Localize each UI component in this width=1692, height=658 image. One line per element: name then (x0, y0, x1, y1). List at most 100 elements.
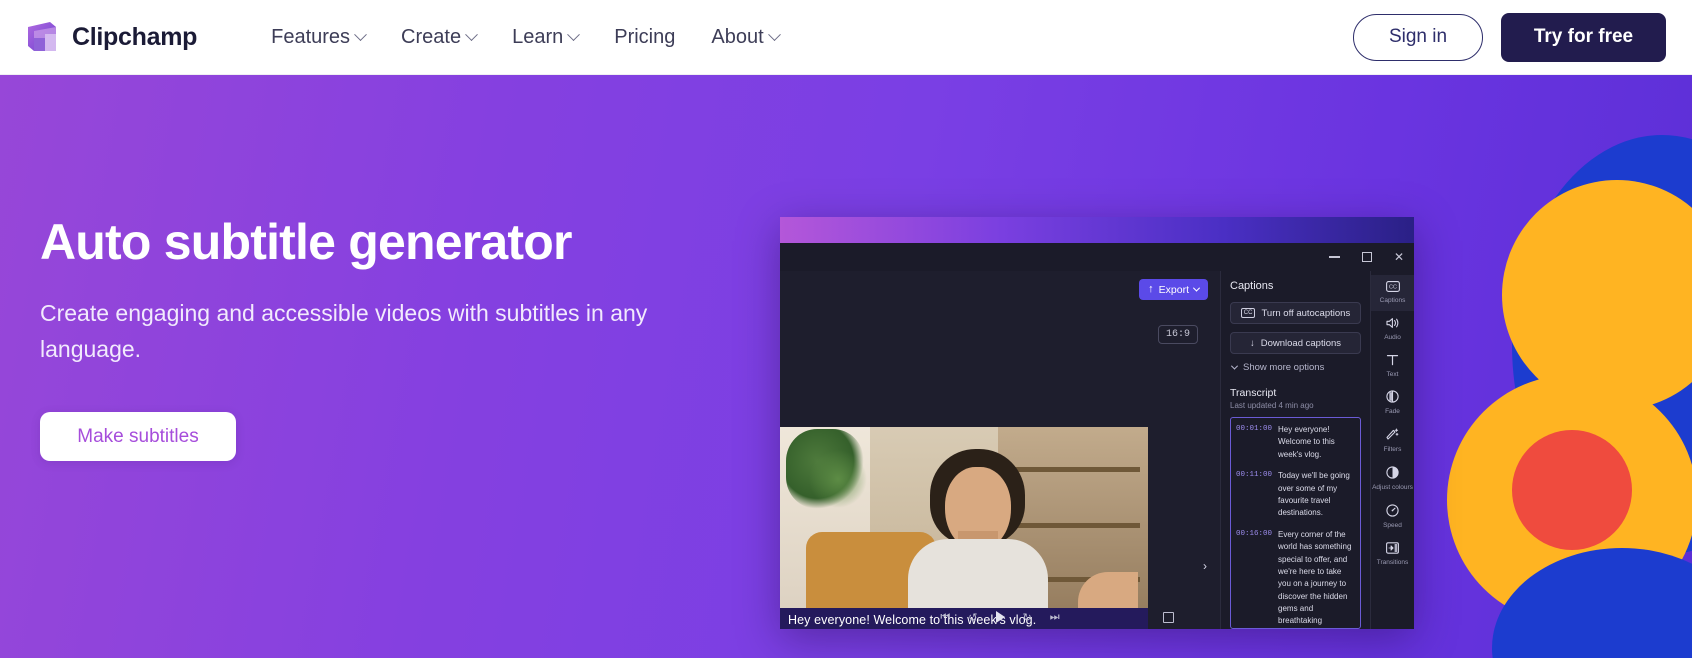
upload-icon: ↑ (1148, 283, 1154, 295)
rail-item-transitions[interactable]: Transitions (1371, 536, 1414, 573)
rail-label: Captions (1379, 297, 1406, 304)
download-captions-button[interactable]: ↓ Download captions (1230, 332, 1361, 354)
rail-label: Audio (1384, 333, 1401, 341)
sign-in-button[interactable]: Sign in (1353, 13, 1483, 61)
tool-rail: CC Captions Audio Text Fade Filters Adju… (1370, 271, 1414, 629)
page-title: Auto subtitle generator (40, 214, 572, 270)
turn-off-autocaptions-button[interactable]: CC Turn off autocaptions (1230, 302, 1361, 324)
chevron-down-icon (767, 27, 781, 41)
hero-section: Auto subtitle generator Create engaging … (0, 75, 1692, 658)
page-root: Clipchamp Features Create Learn Pricing … (0, 0, 1692, 658)
nav-label: Features (271, 25, 351, 48)
preview-plant-leaves (808, 449, 868, 509)
export-label: Export (1158, 283, 1189, 296)
make-subtitles-button[interactable]: Make subtitles (40, 412, 236, 462)
nav-label: Create (401, 25, 462, 48)
skip-back-icon[interactable]: ⏮ (940, 611, 950, 624)
nav-label: Pricing (614, 25, 676, 48)
cc-off-icon: CC (1240, 308, 1256, 318)
brand-name: Clipchamp (72, 22, 198, 51)
fade-icon (1386, 390, 1399, 406)
video-preview[interactable]: Hey everyone! Welcome to this week’s vlo… (780, 427, 1148, 629)
nav-item-about[interactable]: About (693, 26, 796, 49)
rail-item-text[interactable]: Text (1371, 348, 1414, 385)
nav-item-pricing[interactable]: Pricing (596, 26, 693, 49)
show-more-label: Show more options (1243, 362, 1325, 373)
nav-label: About (711, 25, 764, 48)
playback-controls: ⏮ ↺ ↻ ⏭ (780, 605, 1220, 629)
preview-shelf (1012, 523, 1140, 528)
site-header: Clipchamp Features Create Learn Pricing … (0, 0, 1692, 75)
nav-item-features[interactable]: Features (253, 26, 383, 49)
transcript-text: Hey everyone! Welcome to this week's vlo… (1278, 425, 1335, 459)
transition-icon (1386, 541, 1399, 557)
contrast-icon (1386, 466, 1399, 482)
svg-text:CC: CC (1389, 285, 1397, 291)
clipchamp-logo-icon (24, 20, 60, 54)
preview-shelf (1012, 467, 1140, 472)
decorative-blob-red (1512, 430, 1632, 550)
transcript-timestamp: 00:01:00 (1236, 425, 1273, 433)
nav-item-create[interactable]: Create (383, 26, 494, 49)
turn-off-label: Turn off autocaptions (1261, 307, 1351, 319)
hero-copy: Auto subtitle generator Create engaging … (40, 214, 740, 462)
transcript-updated: Last updated 4 min ago (1230, 401, 1314, 410)
play-icon[interactable] (995, 611, 1005, 623)
rail-item-adjust-colours[interactable]: Adjust colours (1371, 460, 1414, 498)
try-for-free-button[interactable]: Try for free (1501, 12, 1666, 62)
rail-label: Filters (1383, 446, 1402, 454)
minimize-icon[interactable] (1328, 256, 1340, 258)
header-actions: Sign in Try for free (1353, 12, 1666, 62)
transcript-timestamp: 00:11:00 (1236, 471, 1273, 480)
transcript-timestamp: 00:16:00 (1236, 529, 1273, 538)
rail-label: Fade (1385, 408, 1400, 416)
show-more-options-toggle[interactable]: Show more options (1230, 362, 1361, 373)
chevron-down-icon (1230, 362, 1239, 370)
export-button[interactable]: ↑ Export (1139, 279, 1208, 300)
chevron-down-icon (354, 27, 367, 41)
text-icon (1386, 354, 1399, 369)
nav-label: Learn (512, 25, 564, 48)
rail-item-speed[interactable]: Speed (1371, 498, 1414, 536)
fullscreen-icon[interactable] (1163, 612, 1174, 623)
transcript-list[interactable]: 00:01:00 Hey everyone! Welcome to this w… (1230, 417, 1361, 629)
chevron-down-icon (465, 27, 478, 41)
chevron-down-icon (567, 27, 581, 41)
panel-expand-arrow-icon[interactable]: › (1203, 559, 1207, 573)
captions-panel: Captions CC Turn off autocaptions ↓ Down… (1220, 271, 1370, 629)
rail-label: Adjust colours (1372, 483, 1413, 491)
app-title-bar: ✕ (780, 243, 1414, 271)
rail-label: Speed (1383, 521, 1402, 529)
rail-item-fade[interactable]: Fade (1371, 384, 1414, 422)
cc-icon: CC (1385, 281, 1400, 295)
speedometer-icon (1386, 504, 1399, 520)
rail-label: Text (1386, 370, 1399, 378)
hero-subtitle: Create engaging and accessible videos wi… (40, 300, 648, 362)
rail-item-captions[interactable]: CC Captions (1371, 275, 1414, 311)
rail-item-audio[interactable]: Audio (1371, 311, 1414, 348)
speaker-icon (1385, 317, 1400, 332)
forward-icon[interactable]: ↻ (1023, 611, 1032, 624)
transcript-title: Transcript (1230, 387, 1277, 399)
download-icon: ↓ (1249, 337, 1255, 349)
close-icon[interactable]: ✕ (1394, 251, 1404, 263)
chevron-down-icon (1192, 284, 1201, 292)
transcript-row[interactable]: 00:01:00 Hey everyone! Welcome to this w… (1236, 424, 1355, 461)
filters-icon (1386, 428, 1399, 444)
app-body: ↑ Export 16:9 Hey everyone! Welcome to t… (780, 271, 1414, 629)
rail-label: Transitions (1376, 558, 1409, 566)
app-window-gradient-band (780, 217, 1414, 243)
captions-panel-title: Captions (1230, 280, 1274, 292)
transcript-row[interactable]: 00:11:00 Today we'll be going over some … (1236, 470, 1355, 520)
nav-item-learn[interactable]: Learn (494, 26, 596, 49)
transcript-row[interactable]: 00:16:00 Every corner of the world has s… (1236, 529, 1355, 628)
rewind-icon[interactable]: ↺ (968, 611, 977, 624)
aspect-ratio-chip[interactable]: 16:9 (1157, 325, 1198, 344)
brand-logo-group[interactable]: Clipchamp (24, 20, 197, 54)
skip-forward-icon[interactable]: ⏭ (1050, 611, 1060, 624)
rail-item-filters[interactable]: Filters (1371, 422, 1414, 460)
maximize-icon[interactable] (1361, 252, 1372, 262)
app-window-mockup: ✕ ↑ Export 16:9 Hey everyone! Welcome to… (780, 217, 1414, 629)
download-label: Download captions (1260, 337, 1342, 349)
editor-area: ↑ Export 16:9 Hey everyone! Welcome to t… (780, 271, 1220, 629)
